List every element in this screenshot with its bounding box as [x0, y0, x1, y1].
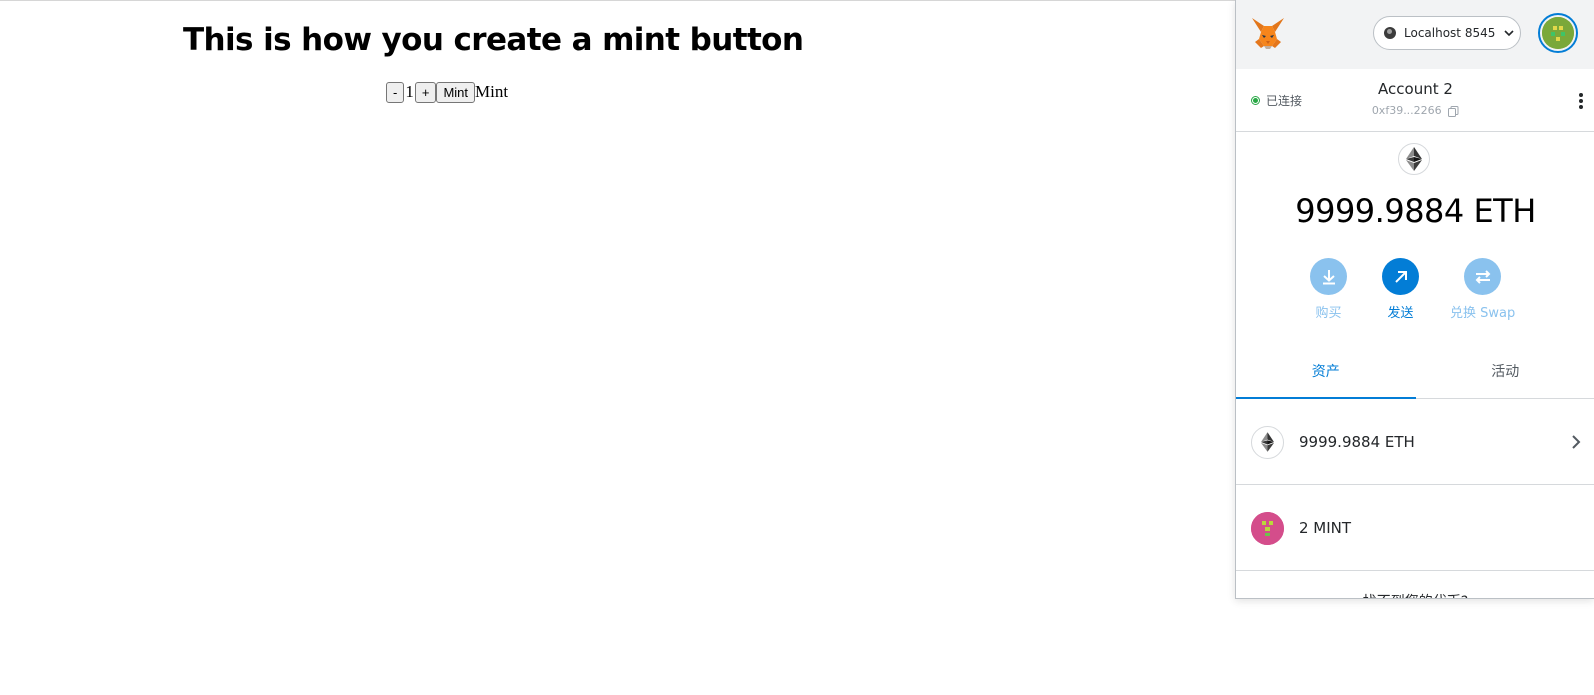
find-token-link[interactable]: 找不到您的代币?	[1236, 591, 1594, 598]
metamask-fox-icon[interactable]	[1250, 15, 1286, 51]
asset-eth-label: 9999.9884 ETH	[1299, 433, 1415, 451]
account-bar: 已连接 Account 2 0xf39...2266	[1236, 69, 1594, 132]
account-identicon	[1542, 17, 1574, 49]
wallet-tabs: 资产 活动	[1236, 347, 1594, 399]
send-button[interactable]: 发送	[1382, 258, 1419, 321]
decrement-button[interactable]: -	[386, 81, 405, 103]
page-top-border	[0, 0, 1236, 1]
account-options-menu-icon[interactable]	[1575, 90, 1587, 112]
metamask-popup: Localhost 8545 已连接 Account 2 0xf39...226…	[1235, 0, 1594, 599]
asset-row-eth[interactable]: 9999.9884 ETH	[1236, 400, 1594, 485]
increment-button[interactable]: +	[414, 81, 437, 103]
network-name: Localhost 8545	[1404, 26, 1496, 40]
account-balance: 9999.9884 ETH	[1295, 192, 1536, 230]
account-address[interactable]: 0xf39...2266	[1236, 104, 1594, 117]
quantity-value: 1	[405, 82, 414, 101]
copy-icon	[1448, 105, 1459, 117]
eth-icon	[1251, 425, 1284, 459]
swap-button[interactable]: 兑换 Swap	[1450, 258, 1515, 321]
mint-controls: - 1 + Mint Mint	[386, 81, 508, 103]
mint-token-icon	[1251, 511, 1284, 545]
eth-icon	[1398, 143, 1430, 175]
tab-activity[interactable]: 活动	[1416, 347, 1594, 398]
send-label: 发送	[1387, 306, 1414, 321]
mint-text: Mint	[475, 82, 509, 101]
metamask-header: Localhost 8545	[1236, 0, 1594, 69]
identicon-pattern-icon	[1542, 17, 1574, 49]
buy-button[interactable]: 购买	[1310, 258, 1347, 321]
account-avatar[interactable]	[1538, 13, 1578, 53]
swap-icon	[1464, 258, 1502, 295]
account-name[interactable]: Account 2	[1236, 80, 1594, 98]
download-icon	[1310, 258, 1347, 295]
send-arrow-icon	[1382, 258, 1419, 295]
account-address-text: 0xf39...2266	[1371, 104, 1442, 117]
chevron-down-icon	[1504, 30, 1514, 37]
mint-button[interactable]: Mint	[436, 81, 475, 103]
swap-label: 兑换 Swap	[1450, 306, 1516, 321]
tab-assets[interactable]: 资产	[1236, 347, 1416, 399]
page-title: This is how you create a mint button	[183, 22, 804, 58]
network-status-icon	[1384, 27, 1396, 39]
asset-mint-label: 2 MINT	[1299, 519, 1352, 537]
wallet-actions: 购买 发送 兑换 Swap	[1236, 258, 1594, 322]
network-selector[interactable]: Localhost 8545	[1373, 16, 1521, 50]
buy-label: 购买	[1315, 306, 1342, 321]
chevron-right-icon	[1572, 435, 1581, 449]
asset-row-mint[interactable]: 2 MINT	[1236, 486, 1594, 571]
